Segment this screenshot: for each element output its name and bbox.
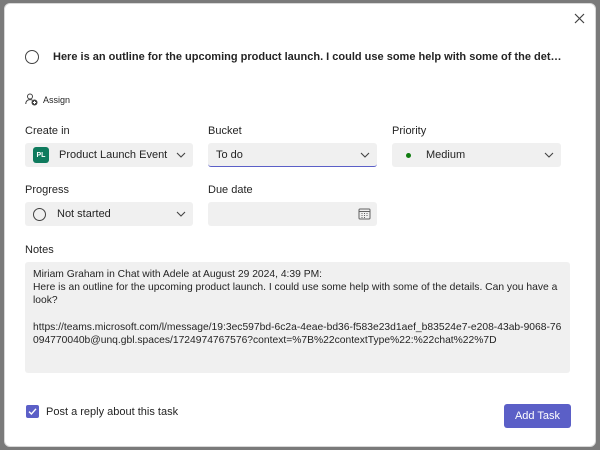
not-started-icon — [33, 207, 46, 221]
chevron-down-icon — [544, 152, 554, 158]
chevron-down-icon — [360, 152, 370, 158]
priority-value: Medium — [426, 149, 466, 161]
progress-dropdown[interactable]: Not started — [25, 202, 193, 226]
notes-label: Notes — [25, 244, 54, 256]
bucket-label: Bucket — [208, 125, 242, 137]
priority-dot — [406, 152, 411, 158]
priority-label: Priority — [392, 125, 427, 137]
post-reply-label: Post a reply about this task — [46, 405, 179, 418]
task-title[interactable]: Here is an outline for the upcoming prod… — [53, 51, 563, 63]
plan-badge: PL — [33, 147, 49, 163]
priority-dropdown[interactable]: Medium — [392, 143, 561, 167]
checkmark-icon — [28, 408, 37, 416]
notes-textarea[interactable]: Miriam Graham in Chat with Adele at Augu… — [25, 262, 570, 373]
create-in-dropdown[interactable]: PL Product Launch Event — [25, 143, 193, 167]
assign-button[interactable]: Assign — [25, 93, 70, 106]
complete-task-checkbox[interactable] — [25, 50, 39, 64]
progress-label: Progress — [25, 184, 70, 196]
add-task-button[interactable]: Add Task — [504, 404, 571, 428]
assign-label: Assign — [43, 94, 71, 105]
create-in-label: Create in — [25, 125, 70, 137]
chevron-down-icon — [176, 152, 186, 158]
close-button[interactable] — [571, 10, 587, 26]
post-reply-checkbox-row[interactable]: Post a reply about this task — [26, 405, 178, 418]
calendar-icon[interactable] — [358, 207, 371, 220]
post-reply-checkbox[interactable] — [26, 405, 39, 418]
progress-value: Not started — [57, 208, 111, 220]
close-icon — [574, 13, 584, 23]
due-date-label: Due date — [208, 184, 253, 196]
add-task-dialog: Here is an outline for the upcoming prod… — [4, 3, 596, 447]
bucket-dropdown[interactable]: To do — [208, 143, 377, 167]
chevron-down-icon — [176, 211, 186, 217]
add-person-icon — [25, 93, 38, 106]
due-date-picker[interactable] — [208, 202, 377, 226]
create-in-value: Product Launch Event — [59, 149, 168, 161]
bucket-value: To do — [216, 148, 243, 161]
task-title-row: Here is an outline for the upcoming prod… — [25, 50, 577, 64]
